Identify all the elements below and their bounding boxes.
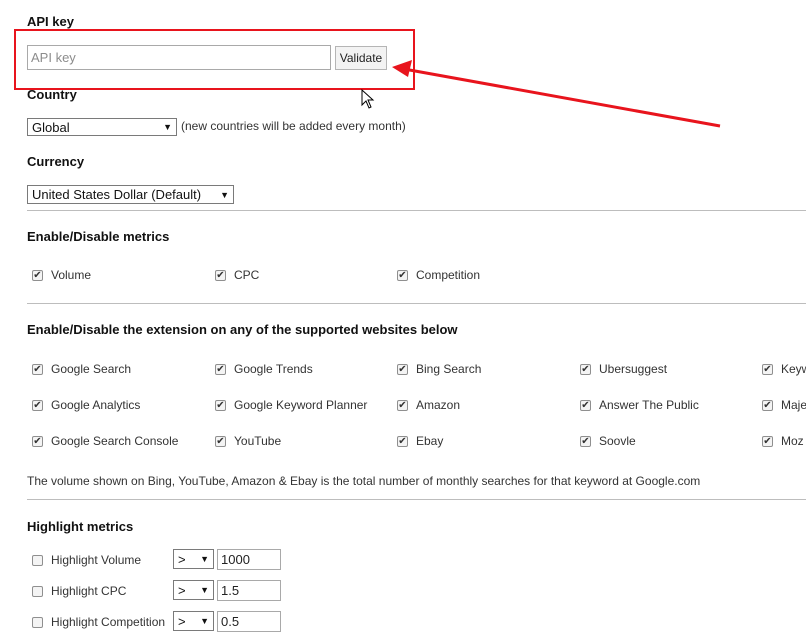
website-item-checkbox[interactable]: ✔	[397, 364, 408, 375]
checkmark-icon: ✔	[763, 363, 772, 375]
divider	[27, 499, 806, 500]
website-item-label: Google Search Console	[51, 434, 179, 448]
mouse-pointer-icon	[361, 89, 375, 109]
api-key-heading: API key	[27, 14, 74, 29]
dropdown-caret-icon: ▼	[200, 585, 209, 595]
website-item-checkbox[interactable]: ✔	[215, 436, 226, 447]
checkmark-icon: ✔	[581, 399, 590, 411]
website-item-label: Google Search	[51, 362, 132, 376]
website-item-label: Ubersuggest	[599, 362, 668, 376]
metric-item-checkbox[interactable]: ✔	[215, 270, 226, 281]
website-item-label: Google Trends	[234, 362, 313, 376]
website-item-label: Bing Search	[416, 362, 482, 376]
metric-item-label: Volume	[51, 268, 92, 282]
dropdown-caret-icon: ▼	[163, 122, 172, 132]
checkmark-icon: ✔	[33, 363, 42, 375]
websites-note: The volume shown on Bing, YouTube, Amazo…	[27, 474, 701, 488]
country-select[interactable]: Global ▼	[27, 118, 177, 136]
checkmark-icon: ✔	[216, 269, 225, 281]
currency-select[interactable]: United States Dollar (Default) ▼	[27, 185, 234, 204]
country-note: (new countries will be added every month…	[181, 119, 406, 133]
highlight-item-label: Highlight Competition	[51, 615, 166, 629]
operator-select[interactable]: > ▼	[173, 549, 214, 569]
checkmark-icon: ✔	[33, 269, 42, 281]
website-item-label: Answer The Public	[599, 398, 699, 412]
website-item-label: Google Analytics	[51, 398, 141, 412]
country-selected-value: Global	[32, 119, 70, 135]
checkmark-icon: ✔	[216, 399, 225, 411]
website-item-checkbox[interactable]: ✔	[762, 364, 773, 375]
checkmark-icon: ✔	[216, 363, 225, 375]
websites-heading: Enable/Disable the extension on any of t…	[27, 322, 458, 337]
dropdown-caret-icon: ▼	[200, 616, 209, 626]
website-item-label: Amazon	[416, 398, 461, 412]
website-item-checkbox[interactable]: ✔	[580, 400, 591, 411]
operator-value: >	[178, 551, 186, 567]
annotation-highlight-box	[14, 29, 415, 90]
website-item-label: Google Keyword Planner	[234, 398, 368, 412]
checkmark-icon: ✔	[398, 399, 407, 411]
checkmark-icon: ✔	[33, 399, 42, 411]
operator-value: >	[178, 582, 186, 598]
checkmark-icon: ✔	[216, 435, 225, 447]
checkmark-icon: ✔	[763, 435, 772, 447]
website-item-checkbox[interactable]: ✔	[215, 364, 226, 375]
operator-select[interactable]: > ▼	[173, 611, 214, 631]
website-item-label: YouTube	[234, 434, 282, 448]
operator-select[interactable]: > ▼	[173, 580, 214, 600]
website-item-checkbox[interactable]: ✔	[215, 400, 226, 411]
divider	[27, 210, 806, 211]
checkmark-icon: ✔	[398, 269, 407, 281]
divider	[27, 303, 806, 304]
metric-item-checkbox[interactable]: ✔	[397, 270, 408, 281]
website-item-checkbox[interactable]: ✔	[580, 364, 591, 375]
dropdown-caret-icon: ▼	[200, 554, 209, 564]
website-item-label: Moz	[781, 434, 804, 448]
website-item-label: Keyw	[781, 362, 806, 376]
website-item-checkbox[interactable]: ✔	[32, 364, 43, 375]
highlight-item-checkbox[interactable]	[32, 555, 43, 566]
highlight-item-checkbox[interactable]	[32, 617, 43, 628]
website-item-label: Maje	[781, 398, 806, 412]
checkmark-icon: ✔	[763, 399, 772, 411]
website-item-checkbox[interactable]: ✔	[762, 436, 773, 447]
threshold-input[interactable]	[217, 549, 281, 570]
metrics-heading: Enable/Disable metrics	[27, 229, 170, 244]
website-item-checkbox[interactable]: ✔	[32, 400, 43, 411]
website-item-checkbox[interactable]: ✔	[762, 400, 773, 411]
operator-value: >	[178, 613, 186, 629]
checkmark-icon: ✔	[581, 363, 590, 375]
website-item-label: Ebay	[416, 434, 444, 448]
website-item-checkbox[interactable]: ✔	[580, 436, 591, 447]
checkmark-icon: ✔	[33, 435, 42, 447]
checkmark-icon: ✔	[398, 363, 407, 375]
website-item-checkbox[interactable]: ✔	[397, 436, 408, 447]
highlight-item-label: Highlight CPC	[51, 584, 127, 598]
checkmark-icon: ✔	[398, 435, 407, 447]
metric-item-checkbox[interactable]: ✔	[32, 270, 43, 281]
threshold-input[interactable]	[217, 580, 281, 601]
metric-item-label: Competition	[416, 268, 481, 282]
dropdown-caret-icon: ▼	[220, 189, 229, 200]
metric-item-label: CPC	[234, 268, 260, 282]
currency-heading: Currency	[27, 154, 85, 169]
red-arrow-icon	[392, 60, 721, 128]
currency-selected-value: United States Dollar (Default)	[32, 187, 202, 202]
country-heading: Country	[27, 87, 77, 102]
highlight-item-label: Highlight Volume	[51, 553, 142, 567]
highlight-item-checkbox[interactable]	[32, 586, 43, 597]
checkmark-icon: ✔	[581, 435, 590, 447]
website-item-checkbox[interactable]: ✔	[32, 436, 43, 447]
highlight-heading: Highlight metrics	[27, 519, 134, 534]
threshold-input[interactable]	[217, 611, 281, 632]
website-item-label: Soovle	[599, 434, 636, 448]
website-item-checkbox[interactable]: ✔	[397, 400, 408, 411]
